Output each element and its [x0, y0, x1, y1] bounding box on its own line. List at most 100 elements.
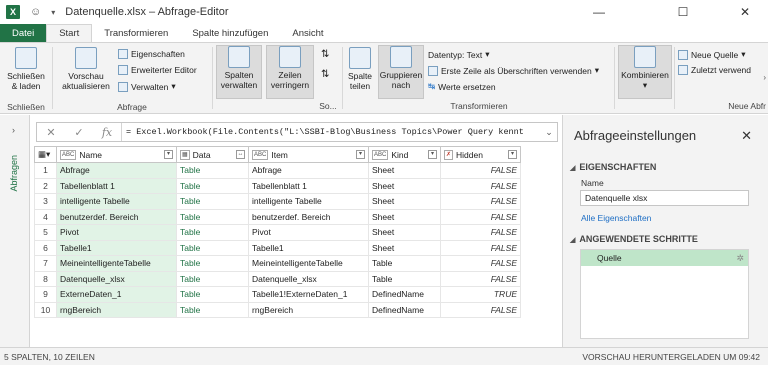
cell-hidden[interactable]: FALSE	[440, 178, 521, 194]
sort-ascending-button[interactable]: ⇅	[321, 49, 329, 60]
smiley-feedback-icon[interactable]: ☺	[30, 6, 41, 18]
close-pane-button[interactable]: ✕	[741, 128, 752, 144]
cell-item[interactable]: Pivot	[248, 224, 369, 241]
combine-button[interactable]: Kombinieren ▾	[618, 45, 672, 99]
column-header-kind[interactable]: ABC Kind ▾	[368, 146, 441, 163]
cell-item[interactable]: Tabelle1!ExterneDaten_1	[248, 286, 369, 303]
cell-item[interactable]: Datenquelle_xlsx	[248, 271, 369, 287]
table-row[interactable]: 4 benutzerdef. Bereich Table benutzerdef. B…	[34, 209, 521, 225]
step-quelle[interactable]: Quelle ✲	[581, 250, 748, 266]
table-row[interactable]: 2 Tabellenblatt 1 Table Tabellenblatt 1 Shee…	[34, 178, 521, 194]
formula-input[interactable]: = Excel.Workbook(File.Contents("L:\SSBI-…	[121, 123, 541, 141]
table-corner-button[interactable]: ▦▾	[34, 146, 57, 163]
column-header-data[interactable]: ▦ Data ↔	[176, 146, 249, 163]
cell-item[interactable]: Tabellenblatt 1	[248, 178, 369, 194]
table-row[interactable]: 5 Pivot Table Pivot Sheet FALSE	[34, 224, 521, 241]
ribbon-scroll-right-icon[interactable]: ›	[763, 73, 766, 82]
cell-data-table-link[interactable]: Table	[176, 224, 249, 241]
cell-hidden[interactable]: FALSE	[440, 302, 521, 318]
cell-name[interactable]: Pivot	[56, 224, 177, 241]
row-number[interactable]: 4	[34, 209, 57, 225]
queries-pane-label[interactable]: Abfragen	[9, 155, 19, 192]
table-row[interactable]: 3 intelligente Tabelle Table intelligente T…	[34, 193, 521, 210]
table-row[interactable]: 7 MeineintelligenteTabelle Table Meineintel…	[34, 255, 521, 272]
cell-item[interactable]: Abfrage	[248, 162, 369, 179]
cell-item[interactable]: MeineintelligenteTabelle	[248, 255, 369, 272]
manage-columns-button[interactable]: Spalten verwalten	[216, 45, 262, 99]
filter-dropdown-icon[interactable]: ▾	[508, 150, 517, 159]
cell-hidden[interactable]: FALSE	[440, 224, 521, 241]
table-row[interactable]: 6 Tabelle1 Table Tabelle1 Sheet FALSE	[34, 240, 521, 256]
row-number[interactable]: 2	[34, 178, 57, 194]
close-and-load-button[interactable]: Schließen & laden	[4, 47, 48, 91]
row-number[interactable]: 7	[34, 255, 57, 272]
row-number[interactable]: 5	[34, 224, 57, 241]
section-applied-steps[interactable]: ◢ ANGEWENDETE SCHRITTE	[570, 234, 698, 244]
section-properties[interactable]: ◢ EIGENSCHAFTEN	[570, 162, 656, 172]
cell-hidden[interactable]: FALSE	[440, 271, 521, 287]
cell-data-table-link[interactable]: Table	[176, 178, 249, 194]
cell-data-table-link[interactable]: Table	[176, 271, 249, 287]
query-name-input[interactable]: Datenquelle xlsx	[580, 190, 749, 206]
cell-hidden[interactable]: FALSE	[440, 162, 521, 179]
queries-pane-collapsed[interactable]: › Abfragen	[0, 115, 30, 347]
minimize-button[interactable]: —	[576, 0, 622, 24]
sort-descending-button[interactable]: ⇅	[321, 69, 329, 80]
close-window-button[interactable]: ✕	[722, 0, 768, 24]
cell-kind[interactable]: Sheet	[368, 178, 441, 194]
use-first-row-as-headers-button[interactable]: Erste Zeile als Überschriften verwenden …	[428, 65, 599, 76]
cell-kind[interactable]: Table	[368, 255, 441, 272]
cell-name[interactable]: rngBereich	[56, 302, 177, 318]
table-row[interactable]: 8 Datenquelle_xlsx Table Datenquelle_xlsx Ta…	[34, 271, 521, 287]
gear-icon[interactable]: ✲	[736, 250, 744, 266]
cell-kind[interactable]: Sheet	[368, 224, 441, 241]
manage-button[interactable]: Verwalten ▾	[118, 81, 176, 92]
column-header-name[interactable]: ABC Name ▾	[56, 146, 177, 163]
cell-data-table-link[interactable]: Table	[176, 286, 249, 303]
expand-formula-icon[interactable]: ⌄	[541, 127, 557, 138]
cell-kind[interactable]: DefinedName	[368, 286, 441, 303]
row-number[interactable]: 3	[34, 193, 57, 210]
table-row[interactable]: 10 rngBereich Table rngBereich DefinedName FA…	[34, 302, 521, 318]
quick-access-dropdown-icon[interactable]: ▾	[51, 8, 55, 17]
group-by-button[interactable]: Gruppieren nach	[378, 45, 424, 99]
fx-icon[interactable]: fx	[93, 126, 121, 139]
filter-dropdown-icon[interactable]: ▾	[428, 150, 437, 159]
cell-item[interactable]: benutzerdef. Bereich	[248, 209, 369, 225]
logical-type-icon[interactable]: ✗	[444, 149, 454, 160]
cell-data-table-link[interactable]: Table	[176, 302, 249, 318]
tab-transformieren[interactable]: Transformieren	[92, 24, 180, 42]
row-number[interactable]: 10	[34, 302, 57, 318]
cell-data-table-link[interactable]: Table	[176, 209, 249, 225]
confirm-formula-icon[interactable]: ✓	[65, 126, 93, 139]
row-number[interactable]: 6	[34, 240, 57, 256]
cell-hidden[interactable]: FALSE	[440, 193, 521, 210]
cell-kind[interactable]: Sheet	[368, 209, 441, 225]
tab-start[interactable]: Start	[46, 24, 93, 42]
cell-kind[interactable]: Sheet	[368, 162, 441, 179]
new-source-button[interactable]: Neue Quelle ▾	[678, 49, 746, 60]
row-number[interactable]: 9	[34, 286, 57, 303]
cell-name[interactable]: benutzerdef. Bereich	[56, 209, 177, 225]
reduce-rows-button[interactable]: Zeilen verringern	[266, 45, 314, 99]
cell-name[interactable]: MeineintelligenteTabelle	[56, 255, 177, 272]
tab-datei[interactable]: Datei	[0, 24, 47, 42]
cell-name[interactable]: ExterneDaten_1	[56, 286, 177, 303]
refresh-preview-button[interactable]: Vorschau aktualisieren	[58, 47, 114, 91]
tab-ansicht[interactable]: Ansicht	[280, 24, 335, 42]
cancel-formula-icon[interactable]: ✕	[37, 126, 65, 139]
properties-button[interactable]: Eigenschaften	[118, 49, 185, 59]
cell-kind[interactable]: DefinedName	[368, 302, 441, 318]
recent-sources-button[interactable]: Zuletzt verwend	[678, 65, 751, 75]
cell-name[interactable]: intelligente Tabelle	[56, 193, 177, 210]
text-type-icon[interactable]: ABC	[252, 149, 269, 160]
cell-item[interactable]: rngBereich	[248, 302, 369, 318]
cell-hidden[interactable]: FALSE	[440, 240, 521, 256]
text-type-icon[interactable]: ABC	[60, 149, 77, 160]
row-number[interactable]: 8	[34, 271, 57, 287]
advanced-editor-button[interactable]: Erweiterter Editor	[118, 65, 197, 75]
cell-kind[interactable]: Sheet	[368, 193, 441, 210]
cell-data-table-link[interactable]: Table	[176, 255, 249, 272]
cell-name[interactable]: Datenquelle_xlsx	[56, 271, 177, 287]
maximize-button[interactable]: ☐	[660, 0, 706, 24]
